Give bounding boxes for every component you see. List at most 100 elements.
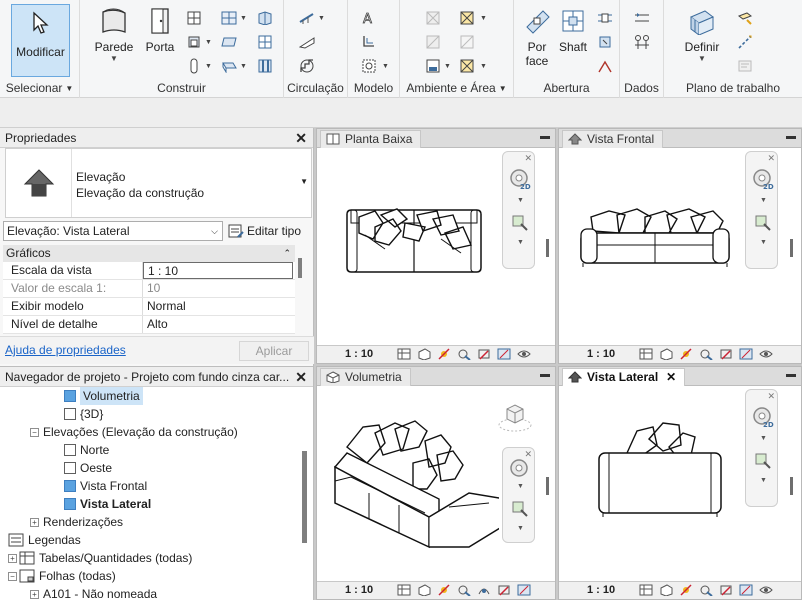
area-icon[interactable] — [458, 9, 476, 27]
zoom-region-icon[interactable] — [511, 500, 529, 518]
navigation-bar[interactable]: ✕ ▼ ▼ — [502, 447, 535, 543]
zoom-region-icon[interactable] — [754, 452, 772, 470]
sun-path-icon[interactable] — [679, 348, 695, 361]
show-work-plane-icon[interactable] — [736, 9, 754, 27]
viewport-scrollbar[interactable] — [546, 477, 549, 495]
ref-plane-icon[interactable] — [736, 33, 754, 51]
instance-selector[interactable]: Elevação: Vista Lateral ⌵ — [3, 221, 223, 241]
zoom-region-icon[interactable] — [754, 214, 772, 232]
view-menu-icon[interactable]: ▬ — [540, 131, 550, 142]
view-scale[interactable]: 1 : 10 — [345, 348, 373, 360]
viewcube-icon[interactable] — [497, 401, 533, 435]
show-crop-icon[interactable] — [517, 584, 533, 597]
set-work-plane-button[interactable]: Definir ▼ — [680, 4, 724, 64]
view-menu-icon[interactable]: ▬ — [540, 369, 550, 380]
crop-view-icon[interactable] — [497, 584, 513, 597]
group-header-graphics[interactable]: Gráficos ⌃ — [3, 245, 295, 262]
curtain-grid-icon[interactable] — [256, 33, 274, 51]
visual-style-icon[interactable] — [417, 584, 433, 597]
level-icon[interactable] — [633, 9, 651, 27]
prop-row-view-scale[interactable]: Escala da vista 1 : 10 — [3, 262, 295, 280]
properties-help-link[interactable]: Ajuda de propriedades — [5, 343, 126, 357]
steering-wheel-icon[interactable]: 2D — [752, 168, 774, 192]
viewport-side-elevation[interactable]: Vista Lateral ✕ ▬ ✕ 2D ▼ ▼ 1 : 10 — [558, 366, 802, 600]
close-icon[interactable]: ✕ — [295, 367, 307, 386]
visual-style-icon[interactable] — [659, 584, 675, 597]
ceiling-icon[interactable] — [220, 33, 238, 51]
zoom-region-icon[interactable] — [511, 214, 529, 232]
tree-item-norte[interactable]: Norte — [64, 441, 109, 459]
railing-icon[interactable] — [298, 9, 316, 27]
tree-item-vista-lateral[interactable]: Vista Lateral — [64, 495, 151, 513]
model-group-icon[interactable] — [360, 57, 378, 75]
browser-scrollbar[interactable] — [302, 451, 307, 543]
viewer-icon[interactable] — [736, 57, 754, 75]
tree-item-schedules[interactable]: + Tabelas/Quantidades (todas) — [8, 549, 192, 567]
close-icon[interactable]: ✕ — [295, 128, 307, 148]
view-scale[interactable]: 1 : 10 — [587, 348, 615, 360]
roof-icon[interactable] — [220, 9, 238, 27]
tag-room-icon[interactable] — [424, 57, 442, 75]
curtain-system-icon[interactable] — [256, 9, 274, 27]
render-icon[interactable] — [477, 584, 493, 597]
detail-level-icon[interactable] — [397, 348, 413, 361]
detail-level-icon[interactable] — [639, 348, 655, 361]
collapse-icon[interactable]: − — [30, 427, 39, 437]
wall-opening-icon[interactable] — [596, 9, 614, 27]
tree-item-renders[interactable]: + Renderizações — [30, 513, 123, 531]
tab-side-elevation[interactable]: Vista Lateral ✕ — [562, 368, 686, 386]
crop-view-icon[interactable] — [477, 348, 493, 361]
tree-item-vista-frontal[interactable]: Vista Frontal — [64, 477, 147, 495]
tree-item-oeste[interactable]: Oeste — [64, 459, 112, 477]
vertical-opening-icon[interactable] — [596, 33, 614, 51]
select-panel-label[interactable]: Selecionar ▼ — [0, 81, 79, 95]
shadows-icon[interactable] — [699, 584, 715, 597]
crop-view-icon[interactable] — [719, 584, 735, 597]
navigation-bar[interactable]: ✕ 2D ▼ ▼ — [502, 151, 535, 269]
shadows-icon[interactable] — [457, 584, 473, 597]
tree-item-volumetria[interactable]: Volumetria — [64, 387, 143, 405]
temporary-hide-icon[interactable] — [759, 348, 775, 361]
expand-icon[interactable]: + — [30, 589, 39, 599]
prop-row-display-model[interactable]: Exibir modelo Normal — [3, 298, 295, 316]
tree-item-elevations[interactable]: − Elevações (Elevação da construção) — [30, 423, 238, 441]
sun-path-icon[interactable] — [679, 584, 695, 597]
view-scale[interactable]: 1 : 10 — [345, 584, 373, 596]
type-selector[interactable]: Elevação Elevação da construção ▼ — [5, 148, 312, 218]
view-menu-icon[interactable]: ▬ — [786, 369, 796, 380]
area-boundary-icon[interactable] — [458, 33, 476, 51]
viewport-scrollbar[interactable] — [790, 239, 793, 257]
steering-wheel-icon[interactable] — [509, 458, 531, 480]
modify-button[interactable]: Modificar — [11, 4, 70, 77]
tab-front-elevation[interactable]: Vista Frontal — [562, 130, 664, 148]
tree-item-sheets[interactable]: − Folhas (todas) — [8, 567, 116, 585]
type-dropdown-icon[interactable]: ▼ — [300, 177, 308, 186]
tag-area-icon[interactable] — [458, 57, 476, 75]
floor-icon[interactable] — [220, 57, 238, 75]
dormer-icon[interactable] — [596, 57, 614, 75]
visual-style-icon[interactable] — [659, 348, 675, 361]
edit-type-button[interactable]: Editar tipo — [228, 221, 301, 241]
expand-icon[interactable]: + — [8, 553, 17, 563]
tree-item-legends[interactable]: Legendas — [8, 531, 81, 549]
apply-button[interactable]: Aplicar — [239, 341, 309, 361]
temporary-hide-icon[interactable] — [517, 348, 533, 361]
crop-view-icon[interactable] — [719, 348, 735, 361]
expand-icon[interactable]: + — [30, 517, 39, 527]
navigation-bar[interactable]: ✕ 2D ▼ ▼ — [745, 389, 778, 507]
viewport-3d[interactable]: Volumetria ▬ ✕ ▼ ▼ 1 : 10 — [316, 366, 556, 600]
steering-wheel-icon[interactable]: 2D — [752, 406, 774, 430]
viewport-floor-plan[interactable]: Planta Baixa ▬ ✕ 2D ▼ ▼ 1 : 10 — [316, 128, 556, 364]
tab-floor-plan[interactable]: Planta Baixa — [320, 130, 422, 148]
grid-icon[interactable] — [633, 33, 651, 51]
show-crop-icon[interactable] — [497, 348, 513, 361]
visual-style-icon[interactable] — [417, 348, 433, 361]
column-icon[interactable] — [185, 57, 203, 75]
shaft-button[interactable]: Shaft — [556, 4, 590, 54]
view-menu-icon[interactable]: ▬ — [786, 131, 796, 142]
viewport-front-elevation[interactable]: Vista Frontal ▬ ✕ 2D ▼ ▼ 1 : 10 — [558, 128, 802, 364]
tree-item-3d[interactable]: {3D} — [64, 405, 103, 423]
by-face-button[interactable]: Por face — [519, 4, 555, 68]
close-tab-icon[interactable]: ✕ — [666, 370, 676, 384]
detail-level-icon[interactable] — [397, 584, 413, 597]
